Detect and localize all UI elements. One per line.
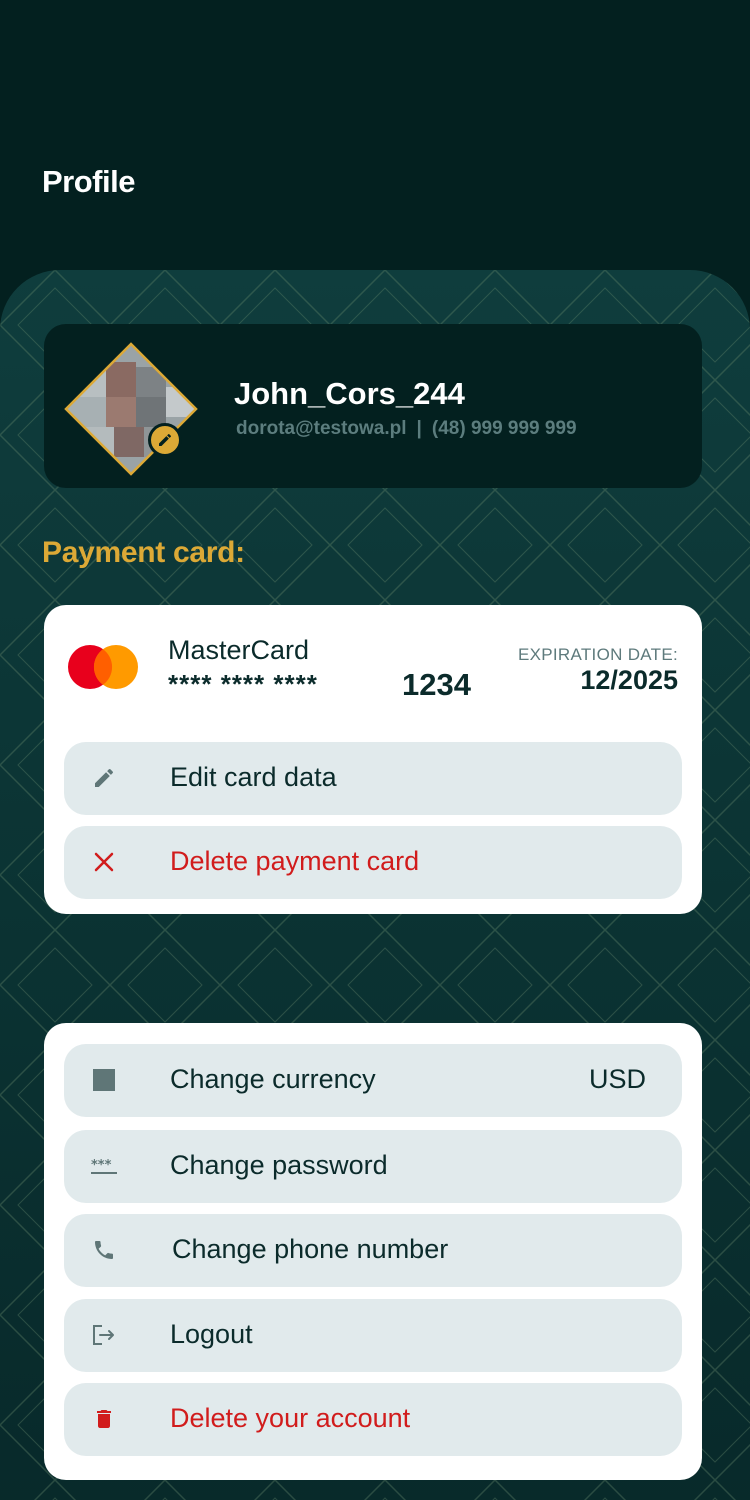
change-phone-label: Change phone number xyxy=(172,1234,449,1264)
change-password-button[interactable]: *** Change password xyxy=(64,1130,682,1203)
change-currency-button[interactable]: Change currency USD xyxy=(64,1044,682,1117)
mastercard-logo-icon xyxy=(68,645,138,689)
delete-account-label: Delete your account xyxy=(170,1403,411,1433)
close-icon xyxy=(90,848,118,876)
logout-button[interactable]: Logout xyxy=(64,1299,682,1372)
contact-info: dorota@testowa.pl | (48) 999 999 999 xyxy=(236,418,577,440)
pencil-icon xyxy=(159,433,172,446)
currency-square-icon xyxy=(90,1066,118,1094)
expiration-label: EXPIRATION DATE: xyxy=(517,645,678,664)
delete-card-button[interactable]: Delete payment card xyxy=(64,826,682,899)
payment-card: MasterCard **** **** **** 1234 EXPIRATIO… xyxy=(44,605,702,914)
card-last4: 1234 xyxy=(402,667,471,702)
username: John_Cors_244 xyxy=(234,376,465,411)
logout-label: Logout xyxy=(170,1319,253,1349)
delete-account-button[interactable]: Delete your account xyxy=(64,1383,682,1456)
currency-value: USD xyxy=(588,1064,646,1094)
card-brand: MasterCard xyxy=(168,635,310,665)
logout-icon xyxy=(90,1321,118,1349)
edit-card-button[interactable]: Edit card data xyxy=(64,742,682,815)
settings-card: Change currency USD *** Change password … xyxy=(44,1023,702,1480)
change-password-label: Change password xyxy=(170,1150,388,1180)
trash-icon xyxy=(90,1405,118,1433)
expiration-value: 12/2025 xyxy=(580,665,678,695)
page-title: Profile xyxy=(42,164,135,199)
svg-text:***: *** xyxy=(91,1158,112,1173)
phone-icon xyxy=(90,1236,118,1264)
edit-avatar-button[interactable] xyxy=(148,423,182,457)
avatar[interactable] xyxy=(64,342,198,476)
phone-text: (48) 999 999 999 xyxy=(431,418,577,439)
password-icon: *** xyxy=(90,1152,118,1180)
contact-separator: | xyxy=(416,418,422,439)
email-text: dorota@testowa.pl xyxy=(236,418,407,439)
pencil-icon xyxy=(90,764,118,792)
change-phone-button[interactable]: Change phone number xyxy=(64,1214,682,1287)
delete-card-label: Delete payment card xyxy=(170,846,420,876)
edit-card-label: Edit card data xyxy=(170,762,337,792)
payment-section-title: Payment card: xyxy=(42,536,245,569)
change-currency-label: Change currency xyxy=(170,1064,376,1094)
card-masked-number: **** **** **** xyxy=(168,669,318,699)
